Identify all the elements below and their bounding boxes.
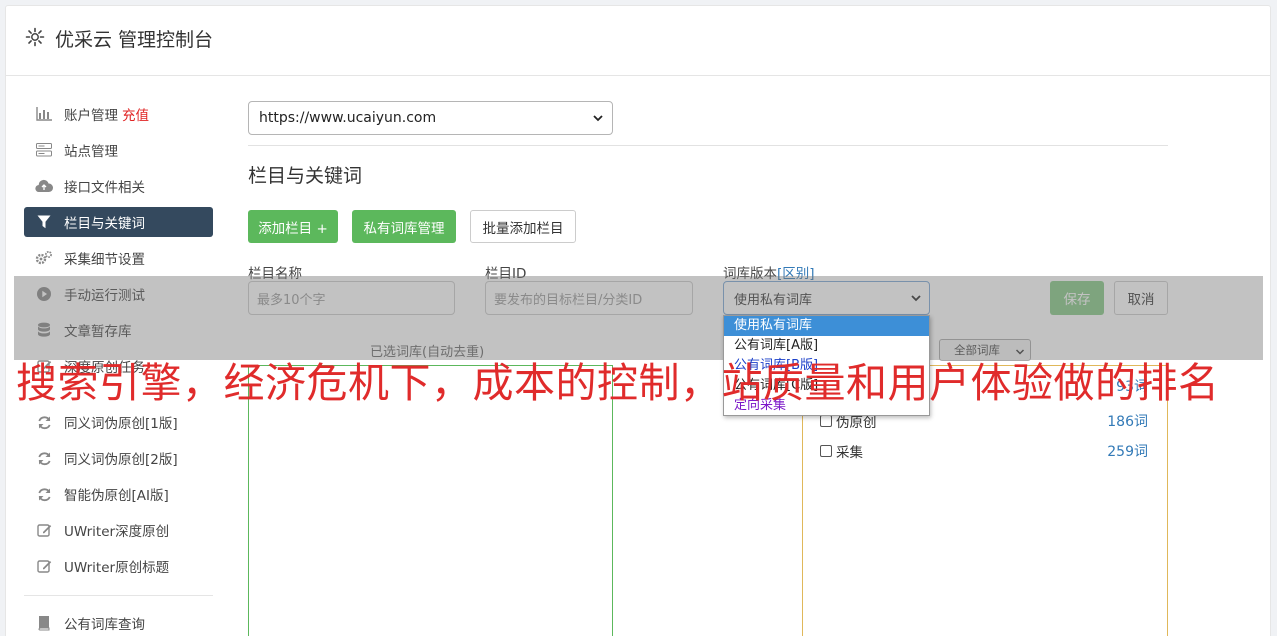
divider [248, 145, 1168, 146]
add-column-button[interactable]: 添加栏目 + [248, 210, 338, 243]
cloud-upload-icon [35, 177, 53, 195]
lib-count[interactable]: 186词 [1107, 411, 1148, 431]
sidebar-item-label: 账户管理 [64, 108, 118, 124]
watermark-caption: 搜索引擎，经济危机下，成本的控制，站质量和用户体验做的排名 [16, 359, 1220, 407]
card-header: 优采云 管理控制台 [6, 6, 1270, 76]
sidebar-item-label: 站点管理 [64, 144, 118, 160]
cogs-icon [35, 249, 53, 267]
refresh-icon [35, 413, 53, 431]
sidebar-item-label: 接口文件相关 [64, 180, 145, 196]
site-select[interactable]: https://www.ucaiyun.com [248, 101, 613, 135]
sidebar-item-collect-settings[interactable]: 采集细节设置 [24, 243, 213, 273]
filter-icon [35, 213, 53, 231]
overlay-band [14, 276, 1263, 360]
book-icon [35, 614, 53, 632]
sidebar-item-ai-original[interactable]: 智能伪原创[AI版] [24, 479, 213, 509]
page-title: 优采云 管理控制台 [55, 29, 214, 51]
lib-name: 采集 [836, 445, 863, 461]
batch-add-button[interactable]: 批量添加栏目 [470, 210, 576, 243]
sidebar-item-label: 智能伪原创[AI版] [64, 488, 169, 504]
sidebar-item-synonym-v2[interactable]: 同义词伪原创[2版] [24, 443, 213, 473]
sidebar-divider [24, 595, 213, 596]
refresh-icon [35, 449, 53, 467]
bar-chart-icon [35, 105, 53, 123]
sidebar-item-label: UWriter原创标题 [64, 560, 170, 576]
sidebar-item-api-files[interactable]: 接口文件相关 [24, 171, 213, 201]
sidebar-item-uwriter-title[interactable]: UWriter原创标题 [24, 551, 213, 581]
lib-checkbox[interactable] [820, 415, 832, 427]
section-title: 栏目与关键词 [248, 165, 363, 187]
sidebar-item-label: 同义词伪原创[2版] [64, 452, 178, 468]
edit-icon [35, 521, 53, 539]
sidebar-item-account[interactable]: 账户管理 充值 [24, 99, 213, 129]
site-select-value: https://www.ucaiyun.com [259, 110, 437, 126]
lib-row[interactable]: 采集 259词 [820, 441, 1148, 461]
sidebar-item-uwriter-deep[interactable]: UWriter深度原创 [24, 515, 213, 545]
sidebar-item-label: 同义词伪原创[1版] [64, 416, 178, 432]
lib-count[interactable]: 259词 [1107, 441, 1148, 461]
dropdown-option[interactable]: 公有词库[A版] [724, 336, 929, 356]
sidebar-item-label: 公有词库查询 [64, 617, 145, 633]
sidebar-item-sites[interactable]: 站点管理 [24, 135, 213, 165]
sidebar-item-synonym-v1[interactable]: 同义词伪原创[1版] [24, 407, 213, 437]
private-lib-button[interactable]: 私有词库管理 [352, 210, 456, 243]
dropdown-option[interactable]: 使用私有词库 [724, 316, 929, 336]
sidebar-item-label: 栏目与关键词 [64, 216, 145, 232]
lib-checkbox[interactable] [820, 445, 832, 457]
gear-icon [25, 27, 45, 47]
sidebar-item-public-lib-query[interactable]: 公有词库查询 [24, 608, 213, 636]
chevron-down-icon [592, 112, 604, 128]
refresh-icon [35, 485, 53, 503]
sidebar-item-label: UWriter深度原创 [64, 524, 170, 540]
sidebar-item-label: 采集细节设置 [64, 252, 145, 268]
edit-icon [35, 557, 53, 575]
server-icon [35, 141, 53, 159]
sidebar-item-columns-keywords[interactable]: 栏目与关键词 [24, 207, 213, 237]
recharge-link[interactable]: 充值 [122, 104, 149, 124]
